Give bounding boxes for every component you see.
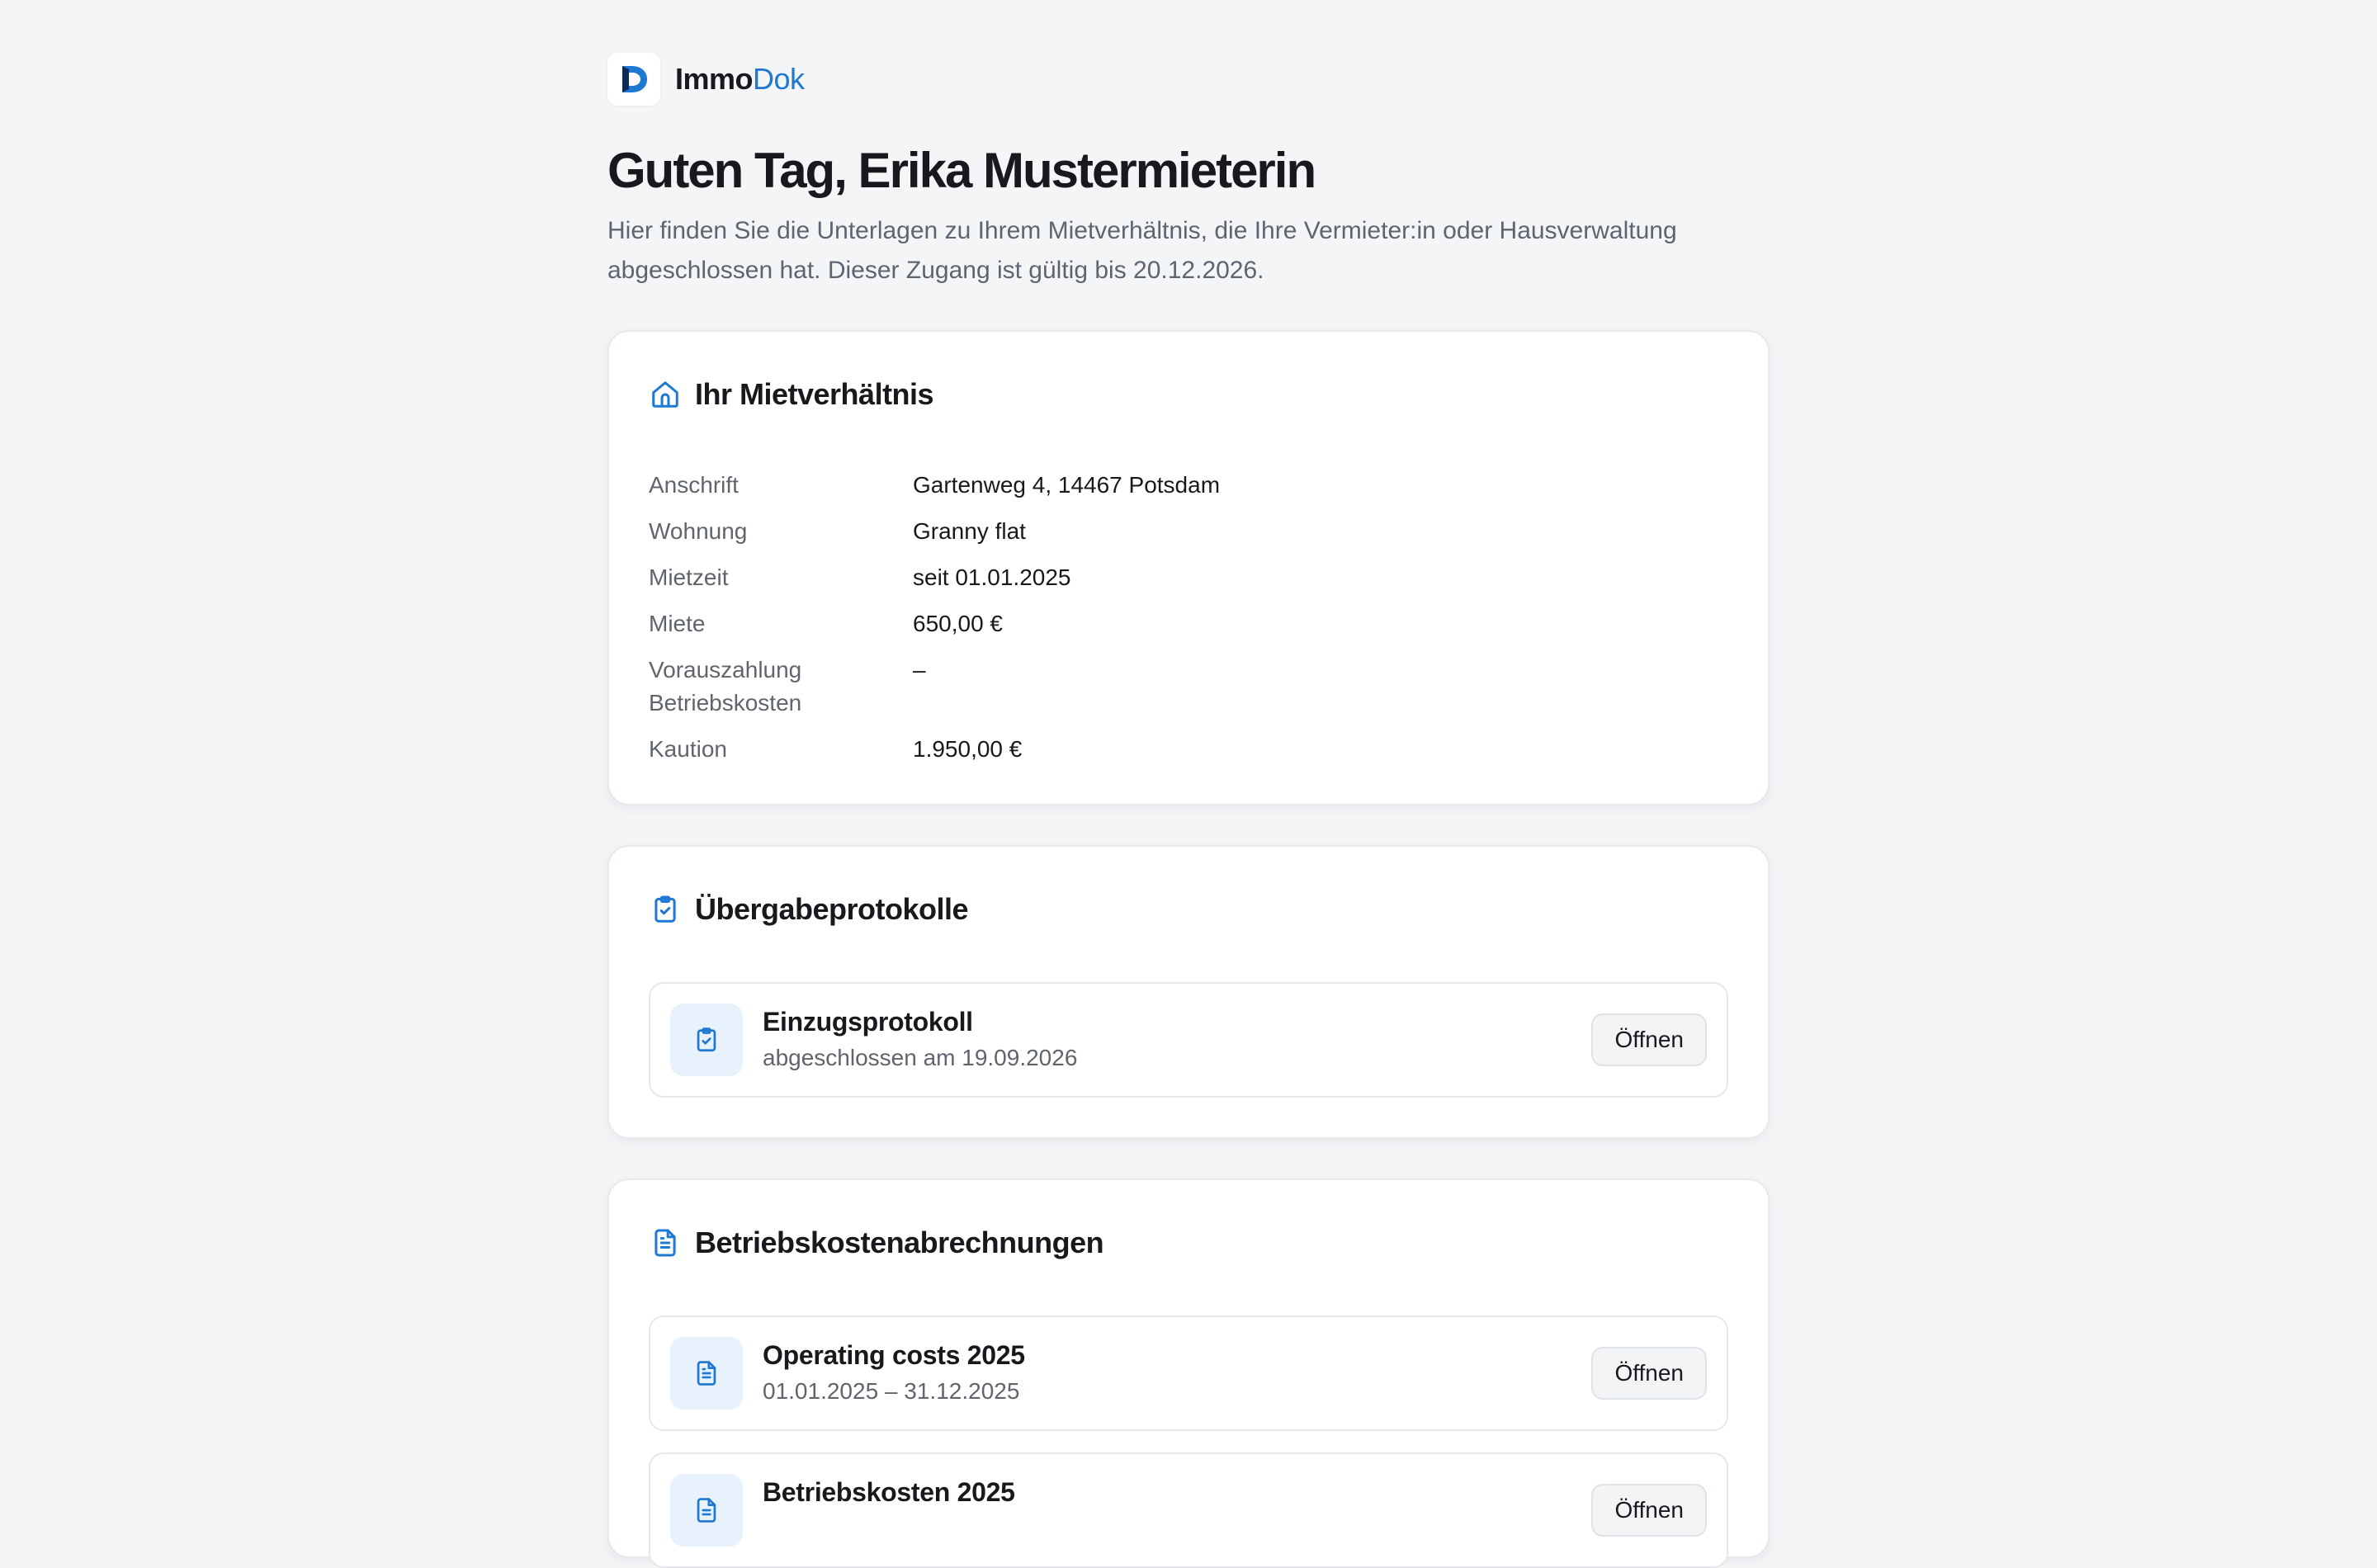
document-icon <box>670 1337 743 1410</box>
open-button[interactable]: Öffnen <box>1591 1484 1707 1537</box>
detail-value: seit 01.01.2025 <box>913 564 1071 590</box>
detail-row-address: Anschrift Gartenweg 4, 14467 Potsdam <box>649 469 1722 502</box>
list-item[interactable]: Betriebskosten 2025 Öffnen <box>649 1452 1728 1568</box>
page-title: Guten Tag, Erika Mustermieterin <box>607 143 1316 198</box>
document-title: Einzugsprotokoll <box>763 1007 973 1037</box>
detail-row-unit: Wohnung Granny flat <box>649 515 1722 548</box>
statements-card-header: Betriebskostenabrechnungen <box>649 1223 1104 1263</box>
immodok-logo-icon <box>607 53 660 106</box>
document-subtitle: 01.01.2025 – 31.12.2025 <box>763 1378 1020 1404</box>
detail-value: 650,00 € <box>913 611 1003 636</box>
brand-name: ImmoDok <box>675 62 805 97</box>
document-icon <box>649 1226 682 1259</box>
clipboard-check-icon <box>670 1004 743 1076</box>
brand[interactable]: ImmoDok <box>607 53 805 106</box>
detail-label: Vorauszahlung Betriebskosten <box>649 657 802 716</box>
detail-value: 1.950,00 € <box>913 736 1023 762</box>
detail-row-term: Mietzeit seit 01.01.2025 <box>649 561 1722 594</box>
detail-row-rent: Miete 650,00 € <box>649 607 1722 640</box>
tenancy-title: Ihr Mietverhältnis <box>695 377 934 411</box>
tenancy-details: Anschrift Gartenweg 4, 14467 Potsdam Woh… <box>649 469 1722 779</box>
detail-label: Kaution <box>649 736 727 762</box>
detail-label: Miete <box>649 611 706 636</box>
home-icon <box>649 378 682 411</box>
detail-value: Gartenweg 4, 14467 Potsdam <box>913 472 1221 498</box>
handover-card-header: Übergabeprotokolle <box>649 890 969 929</box>
statements-title: Betriebskostenabrechnungen <box>695 1226 1104 1259</box>
handover-card: Übergabeprotokolle Einzugsprotokoll abge… <box>607 845 1770 1139</box>
detail-row-prepayment: Vorauszahlung Betriebskosten – <box>649 654 1722 720</box>
detail-value: – <box>913 657 926 682</box>
statements-card: Betriebskostenabrechnungen Operating cos… <box>607 1178 1770 1568</box>
intro-text: Hier finden Sie die Unterlagen zu Ihrem … <box>607 217 1677 284</box>
open-button[interactable]: Öffnen <box>1591 1347 1707 1400</box>
list-item[interactable]: Operating costs 2025 01.01.2025 – 31.12.… <box>649 1315 1728 1431</box>
brand-name-primary: Immo <box>675 62 754 96</box>
brand-name-accent: Dok <box>753 62 805 96</box>
detail-label: Anschrift <box>649 472 739 498</box>
detail-label: Wohnung <box>649 518 748 544</box>
open-button[interactable]: Öffnen <box>1591 1013 1707 1066</box>
tenancy-card-header: Ihr Mietverhältnis <box>649 375 934 414</box>
clipboard-check-icon <box>649 893 682 926</box>
document-title: Operating costs 2025 <box>763 1340 1025 1370</box>
tenancy-card: Ihr Mietverhältnis Anschrift Gartenweg 4… <box>607 330 1770 805</box>
detail-value: Granny flat <box>913 518 1026 544</box>
detail-row-deposit: Kaution 1.950,00 € <box>649 733 1722 766</box>
document-subtitle: abgeschlossen am 19.09.2026 <box>763 1045 1078 1070</box>
document-icon <box>670 1474 743 1547</box>
list-item[interactable]: Einzugsprotokoll abgeschlossen am 19.09.… <box>649 982 1728 1098</box>
detail-label: Mietzeit <box>649 564 729 590</box>
handover-title: Übergabeprotokolle <box>695 892 969 926</box>
document-title: Betriebskosten 2025 <box>763 1477 1015 1507</box>
